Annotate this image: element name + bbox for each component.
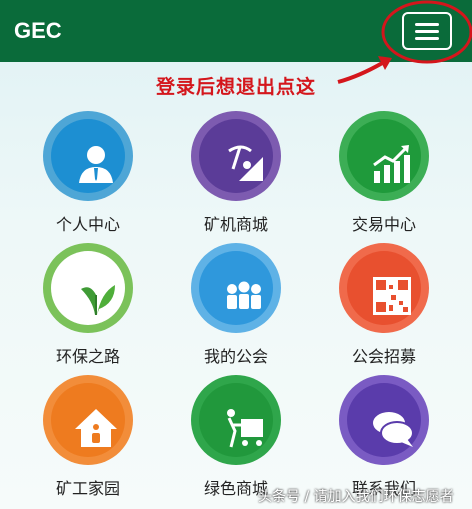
chat-icon <box>373 412 414 447</box>
tile-my-guild[interactable]: 我的公会 <box>161 243 311 373</box>
tile-label: 个人中心 <box>55 215 120 234</box>
tile-label: 矿机商城 <box>203 215 268 234</box>
menu-bar-icon <box>415 37 439 40</box>
qrcode-icon <box>373 277 411 315</box>
leaf-icon <box>81 285 115 315</box>
mining-icon <box>228 145 263 181</box>
menu-bar-icon <box>415 30 439 33</box>
tile-icon-ring <box>43 375 133 465</box>
tile-icon-ring <box>191 243 281 333</box>
tile-label: 我的公会 <box>203 347 268 366</box>
tile-icon-ring <box>339 375 429 465</box>
menu-bar-icon <box>415 23 439 26</box>
app-header: GEC <box>0 0 472 62</box>
tile-green-road[interactable]: 环保之路 <box>13 243 163 373</box>
annotation-text: 登录后想退出点这 <box>156 76 317 98</box>
hamburger-menu-button[interactable] <box>402 12 452 50</box>
group-icon <box>227 281 261 309</box>
tile-icon-ring <box>339 243 429 333</box>
tile-miner-home[interactable]: 矿工家园 <box>13 375 163 505</box>
brand-logo[interactable]: GEC <box>14 18 62 44</box>
tile-trading-center[interactable]: 交易中心 <box>309 111 459 241</box>
tile-icon-ring <box>43 243 133 333</box>
annotation-arrow <box>337 60 386 84</box>
cart-icon <box>227 409 263 448</box>
tile-label: 矿工家园 <box>55 479 120 498</box>
tile-label: 交易中心 <box>351 215 416 234</box>
chart-icon <box>373 145 410 183</box>
tile-guild-recruit[interactable]: 公会招募 <box>309 243 459 373</box>
tile-label: 公会招募 <box>351 347 416 366</box>
tile-icon-ring <box>191 375 281 465</box>
tile-icon-ring <box>191 111 281 201</box>
tile-icon-ring <box>43 111 133 201</box>
tile-miner-mall[interactable]: 矿机商城 <box>161 111 311 241</box>
home-icon <box>75 409 117 447</box>
tile-icon-ring <box>339 111 429 201</box>
person-icon <box>79 146 113 183</box>
tile-personal-center[interactable]: 个人中心 <box>13 111 163 241</box>
tile-label: 环保之路 <box>55 347 120 366</box>
watermark: 头条号 / 请加入我们环保志愿者 <box>258 489 454 505</box>
